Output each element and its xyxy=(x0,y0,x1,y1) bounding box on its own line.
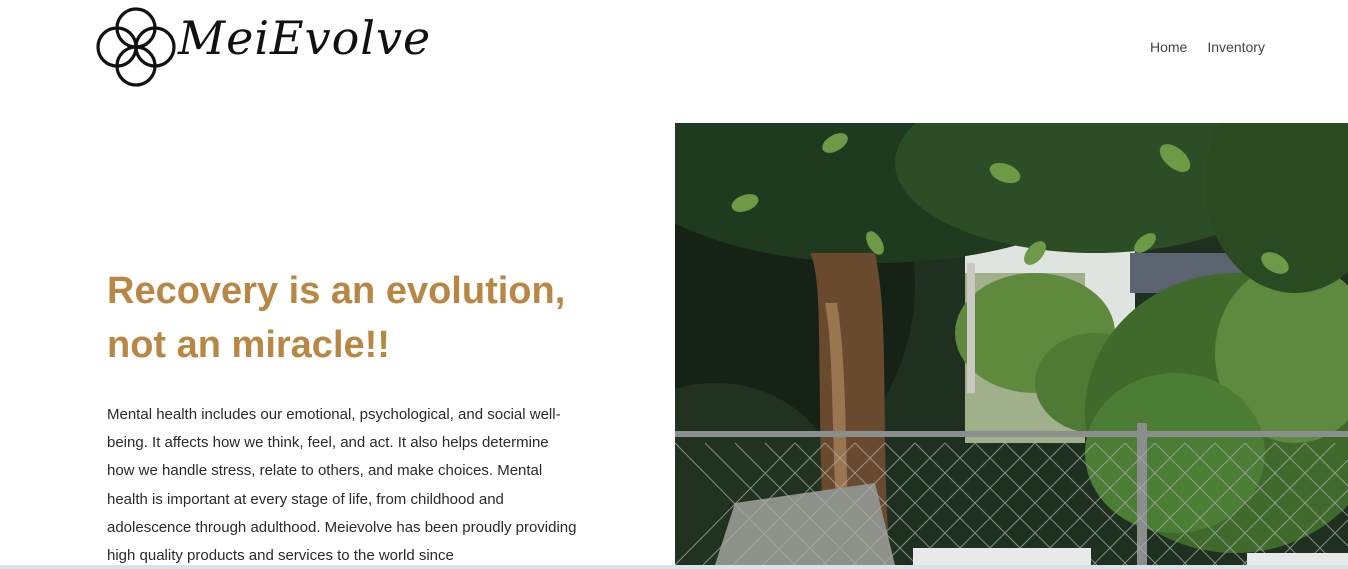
hero-image xyxy=(675,123,1348,565)
hero-body-text: Mental health includes our emotional, ps… xyxy=(107,406,577,565)
main-nav: Home Inventory xyxy=(1150,38,1265,56)
brand-wordmark: MeiEvolve xyxy=(178,11,432,65)
nav-link-home[interactable]: Home xyxy=(1150,38,1187,56)
brand-logo[interactable]: MeiEvolve xyxy=(96,4,430,92)
page-bottom-strip xyxy=(0,565,1348,569)
hero-headline: Recovery is an evolution, not an miracle… xyxy=(107,270,566,366)
nav-link-inventory[interactable]: Inventory xyxy=(1207,38,1265,56)
logo-rings-icon xyxy=(96,7,176,87)
